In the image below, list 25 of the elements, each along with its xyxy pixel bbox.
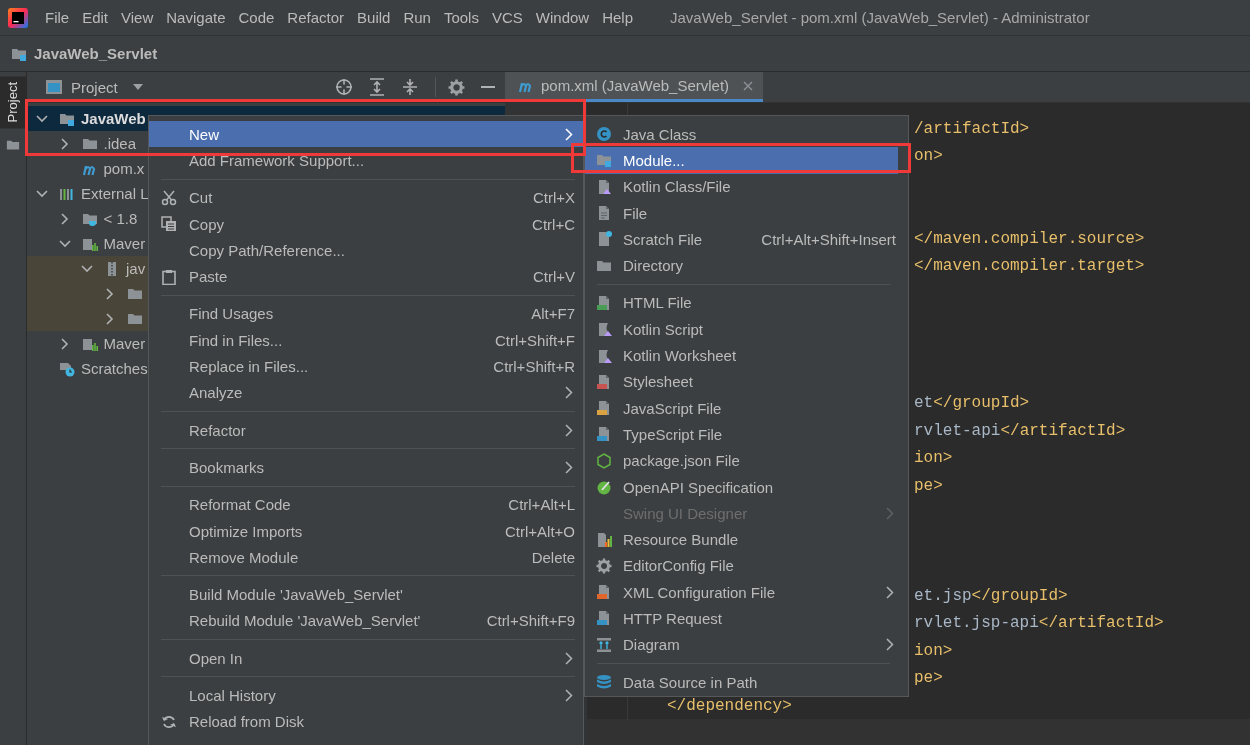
code-line: </maven.compiler.target> [914, 257, 1145, 276]
code-line: </dependency> [667, 696, 792, 715]
keyboard-shortcut: Delete [531, 548, 575, 566]
keyboard-shortcut: Ctrl+Shift+F [494, 331, 575, 349]
code-line: /artifactId> [914, 119, 1030, 138]
code-line: rvlet-api</artifactId> [914, 421, 1126, 440]
keyboard-shortcut: Alt+F7 [531, 305, 575, 323]
code-line: </maven.compiler.source> [914, 229, 1145, 248]
code-line: pe> [914, 476, 943, 495]
code-line: pe> [914, 669, 943, 688]
keyboard-shortcut: Ctrl+Alt+Shift+Insert [761, 230, 896, 248]
window-title: JavaWeb_Servlet - pom.xml (JavaWeb_Servlet) - Administrator [670, 9, 1090, 26]
keyboard-shortcut: Ctrl+X [532, 189, 575, 207]
keyboard-shortcut: Ctrl+Shift+R [493, 358, 575, 375]
code-line: ion> [914, 641, 953, 660]
keyboard-shortcut: Ctrl+Alt+O [504, 522, 575, 540]
code-line: on> [914, 147, 943, 166]
code-line: ion> [914, 449, 953, 468]
keyboard-shortcut: Ctrl+C [532, 215, 575, 233]
keyboard-shortcut: Ctrl+Shift+F9 [486, 612, 575, 630]
code-line: et.jsp</groupId> [914, 586, 1068, 605]
keyboard-shortcut: Ctrl+Alt+L [508, 496, 575, 514]
keyboard-shortcut: Ctrl+V [532, 268, 575, 286]
code-line: rvlet.jsp-api</artifactId> [914, 614, 1164, 633]
code-line: et</groupId> [914, 394, 1030, 413]
